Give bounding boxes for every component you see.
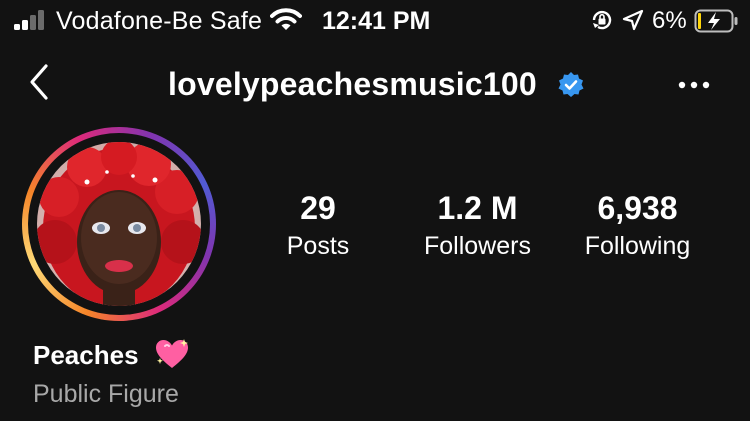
status-time: 12:41 PM	[322, 7, 431, 35]
location-arrow-icon	[622, 9, 644, 31]
stat-value: 29	[300, 190, 336, 226]
battery-charging-icon	[694, 9, 738, 33]
story-ring[interactable]	[22, 127, 216, 321]
verified-badge-icon	[558, 72, 584, 97]
stat-followers[interactable]: 1.2 M Followers	[400, 190, 555, 262]
profile-username: lovelypeachesmusic100	[168, 66, 537, 102]
more-icon[interactable]	[675, 70, 715, 100]
status-bar: Vodafone-Be Safe 12:41 PM 6%	[0, 0, 750, 42]
stat-posts[interactable]: 29 Posts	[268, 190, 368, 262]
stat-value: 6,938	[597, 190, 678, 226]
back-icon[interactable]	[26, 62, 52, 102]
profile-photo-illustration	[37, 142, 201, 306]
stat-label: Following	[584, 232, 691, 260]
profile-photo[interactable]	[37, 142, 201, 306]
stat-following[interactable]: 6,938 Following	[570, 190, 705, 262]
stat-label: Posts	[286, 232, 350, 260]
display-name: Peaches	[33, 340, 139, 370]
wifi-icon	[270, 8, 302, 30]
orientation-lock-icon	[592, 10, 612, 30]
sparkling-heart-icon	[156, 339, 188, 368]
battery-percent: 6%	[652, 7, 687, 34]
carrier-name: Vodafone-Be Safe	[56, 7, 263, 35]
signal-icon	[14, 10, 48, 30]
profile-category: Public Figure	[33, 380, 179, 408]
stat-label: Followers	[424, 232, 531, 260]
stat-value: 1.2 M	[437, 190, 518, 226]
